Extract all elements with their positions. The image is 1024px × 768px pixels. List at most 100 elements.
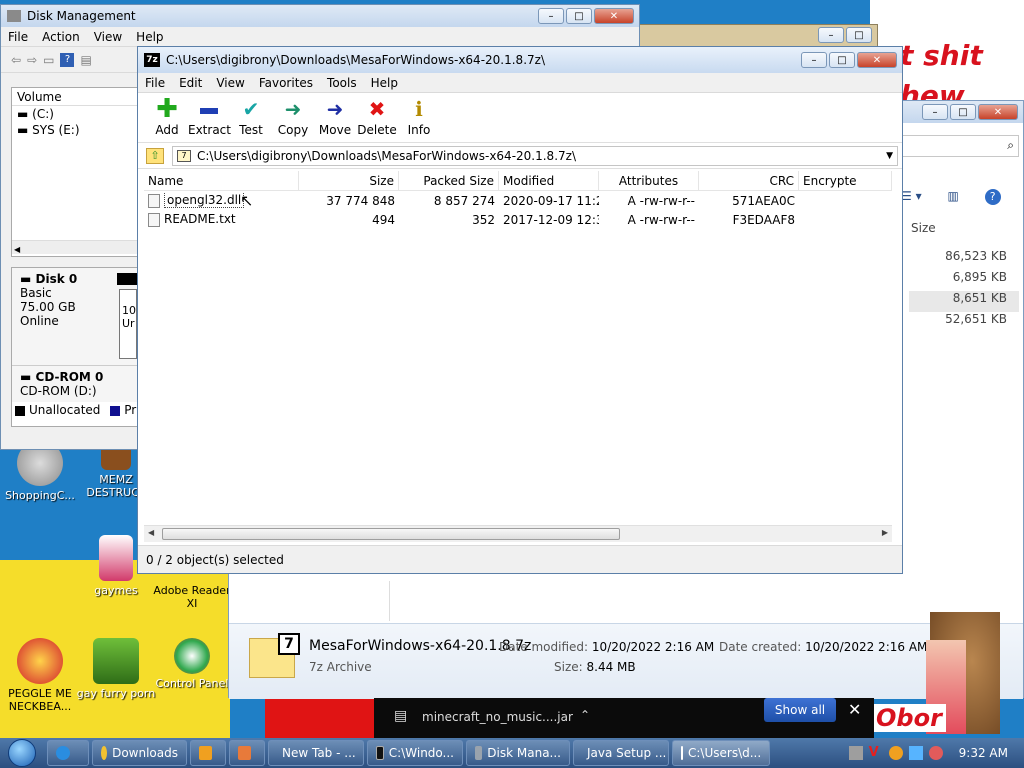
menu-favorites[interactable]: Favorites: [252, 76, 320, 90]
column-size-header[interactable]: Size: [911, 221, 936, 235]
partition-bar: [117, 273, 137, 285]
tray-search-icon[interactable]: [888, 746, 903, 760]
taskbar-java-setup[interactable]: Java Setup ...: [573, 740, 669, 766]
console-icon[interactable]: ▭: [43, 53, 54, 67]
taskbar-cmd[interactable]: C:\Windo...: [367, 740, 463, 766]
taskbar-label: Disk Mana...: [487, 746, 561, 760]
help-icon[interactable]: ?: [60, 52, 75, 67]
scroll-right-icon[interactable]: ▶: [882, 528, 888, 537]
taskbar-chrome[interactable]: New Tab - ...: [268, 740, 364, 766]
menu-action[interactable]: Action: [35, 30, 87, 44]
x-icon: ✖: [368, 97, 386, 121]
scroll-left-icon[interactable]: ◀: [148, 528, 154, 537]
column-encrypted[interactable]: Encrypte: [799, 171, 892, 190]
7zip-app-icon: 7z: [144, 53, 160, 67]
clock[interactable]: 9:32 AM: [959, 746, 1008, 760]
volume-header[interactable]: Volume: [12, 88, 138, 106]
volume-label: SYS (E:): [32, 123, 80, 137]
dm-close-button[interactable]: ✕: [594, 8, 634, 24]
menu-file[interactable]: File: [138, 76, 172, 90]
menu-tools[interactable]: Tools: [320, 76, 364, 90]
menu-view[interactable]: View: [209, 76, 251, 90]
explorer-minimize-button[interactable]: –: [922, 104, 948, 120]
explorer-search-input[interactable]: ⌕: [901, 135, 1019, 157]
file-modified: 2020-09-17 11:27: [503, 193, 599, 208]
start-button[interactable]: [0, 738, 44, 768]
close-button[interactable]: ✕: [857, 52, 897, 68]
add-button[interactable]: ✚ Add: [146, 96, 188, 137]
archive-mini-icon: 7: [177, 149, 191, 162]
ie-icon: [56, 746, 70, 760]
table-row[interactable]: opengl32.dll 37 774 848 8 857 274 2020-0…: [144, 191, 892, 210]
size-value: 6,895 KB: [952, 270, 1007, 284]
horizontal-scrollbar[interactable]: ◀ ▶: [144, 525, 892, 542]
partition-block[interactable]: 10 Ur: [119, 289, 137, 359]
taskbar-paint[interactable]: [229, 740, 265, 766]
menu-file[interactable]: File: [1, 30, 35, 44]
column-modified[interactable]: Modified: [499, 171, 599, 190]
size-label: Size:: [554, 660, 583, 674]
bg-minimize-button[interactable]: –: [818, 27, 844, 43]
legend-unallocated: Unallocated: [29, 403, 101, 417]
explorer-close-button[interactable]: ✕: [978, 104, 1018, 120]
taskbar-disk-management[interactable]: Disk Mana...: [466, 740, 570, 766]
taskbar-downloads[interactable]: Downloads: [92, 740, 187, 766]
test-button[interactable]: ✔ Test: [230, 98, 272, 137]
taskbar-label: New Tab - ...: [282, 746, 356, 760]
minimize-button[interactable]: –: [801, 52, 827, 68]
desktop-icon-peggle[interactable]: PEGGLE ME NECKBEA...: [0, 638, 80, 713]
chevron-down-icon[interactable]: ▼: [886, 151, 893, 161]
menu-help[interactable]: Help: [129, 30, 170, 44]
forward-icon[interactable]: ⇨: [27, 53, 37, 67]
file-icon: [148, 212, 160, 227]
address-input[interactable]: 7 C:\Users\digibrony\Downloads\MesaForWi…: [172, 145, 898, 166]
dm-minimize-button[interactable]: –: [538, 8, 564, 24]
taskbar-media[interactable]: [190, 740, 226, 766]
menu-edit[interactable]: Edit: [172, 76, 209, 90]
menu-view[interactable]: View: [87, 30, 129, 44]
close-icon[interactable]: ✕: [848, 700, 861, 719]
bg-maximize-button[interactable]: □: [846, 27, 872, 43]
desktop-icon-control-panel[interactable]: Control Panel: [152, 638, 232, 690]
explorer-maximize-button[interactable]: □: [950, 104, 976, 120]
move-button[interactable]: ➜ Move: [314, 98, 356, 137]
volume-hscroll[interactable]: ◀: [12, 240, 138, 254]
tray-network-icon[interactable]: [908, 746, 923, 760]
explorer-size-list: 86,523 KB 6,895 KB 8,651 KB 52,651 KB: [909, 249, 1019, 333]
dm-maximize-button[interactable]: □: [566, 8, 592, 24]
taskbar-7zip[interactable]: C:\Users\d...: [672, 740, 770, 766]
cdrom-info[interactable]: ▬ CD-ROM 0 CD-ROM (D:): [12, 366, 138, 402]
delete-button[interactable]: ✖ Delete: [356, 98, 398, 137]
desktop-icon-gay-furry[interactable]: gay furry porn: [76, 638, 156, 700]
explorer-view-controls[interactable]: ☰ ▾ ▥ ?: [901, 189, 1001, 205]
extract-button[interactable]: Extract: [188, 98, 231, 137]
info-button[interactable]: ℹ Info: [398, 98, 440, 137]
download-filename[interactable]: minecraft_no_music....jar: [422, 710, 573, 724]
volume-row[interactable]: ▬ SYS (E:): [12, 122, 138, 138]
menu-help[interactable]: Help: [364, 76, 405, 90]
column-crc[interactable]: CRC: [699, 171, 799, 190]
column-packed-size[interactable]: Packed Size: [399, 171, 499, 190]
copy-button[interactable]: ➜ Copy: [272, 98, 314, 137]
cdrom-icon: ▬: [20, 370, 36, 384]
tray-antivirus-icon[interactable]: V: [869, 746, 883, 760]
up-folder-icon[interactable]: ⇧: [146, 147, 164, 164]
column-size[interactable]: Size: [299, 171, 399, 190]
tray-volume-icon[interactable]: [928, 746, 943, 760]
taskbar-ie[interactable]: [47, 740, 89, 766]
show-all-button[interactable]: Show all: [764, 698, 836, 722]
column-attributes[interactable]: Attributes: [599, 171, 699, 190]
7zip-window[interactable]: 7z C:\Users\digibrony\Downloads\MesaForW…: [137, 46, 903, 574]
column-name[interactable]: Name: [144, 171, 299, 190]
back-icon[interactable]: ⇦: [11, 53, 21, 67]
list-icon[interactable]: ▤: [80, 53, 91, 67]
maximize-button[interactable]: □: [829, 52, 855, 68]
tray-app-icon[interactable]: [848, 746, 863, 760]
volume-row[interactable]: ▬ (C:): [12, 106, 138, 122]
paint-bottom-text: Obor: [872, 704, 946, 732]
paint-text-line-1: t shit: [900, 39, 983, 72]
scroll-thumb[interactable]: [162, 528, 620, 540]
file-packed-size: 8 857 274: [433, 193, 495, 208]
table-row[interactable]: README.txt 494 352 2017-12-09 12:32 A -r…: [144, 210, 892, 229]
chevron-up-icon[interactable]: ⌃: [580, 708, 590, 722]
